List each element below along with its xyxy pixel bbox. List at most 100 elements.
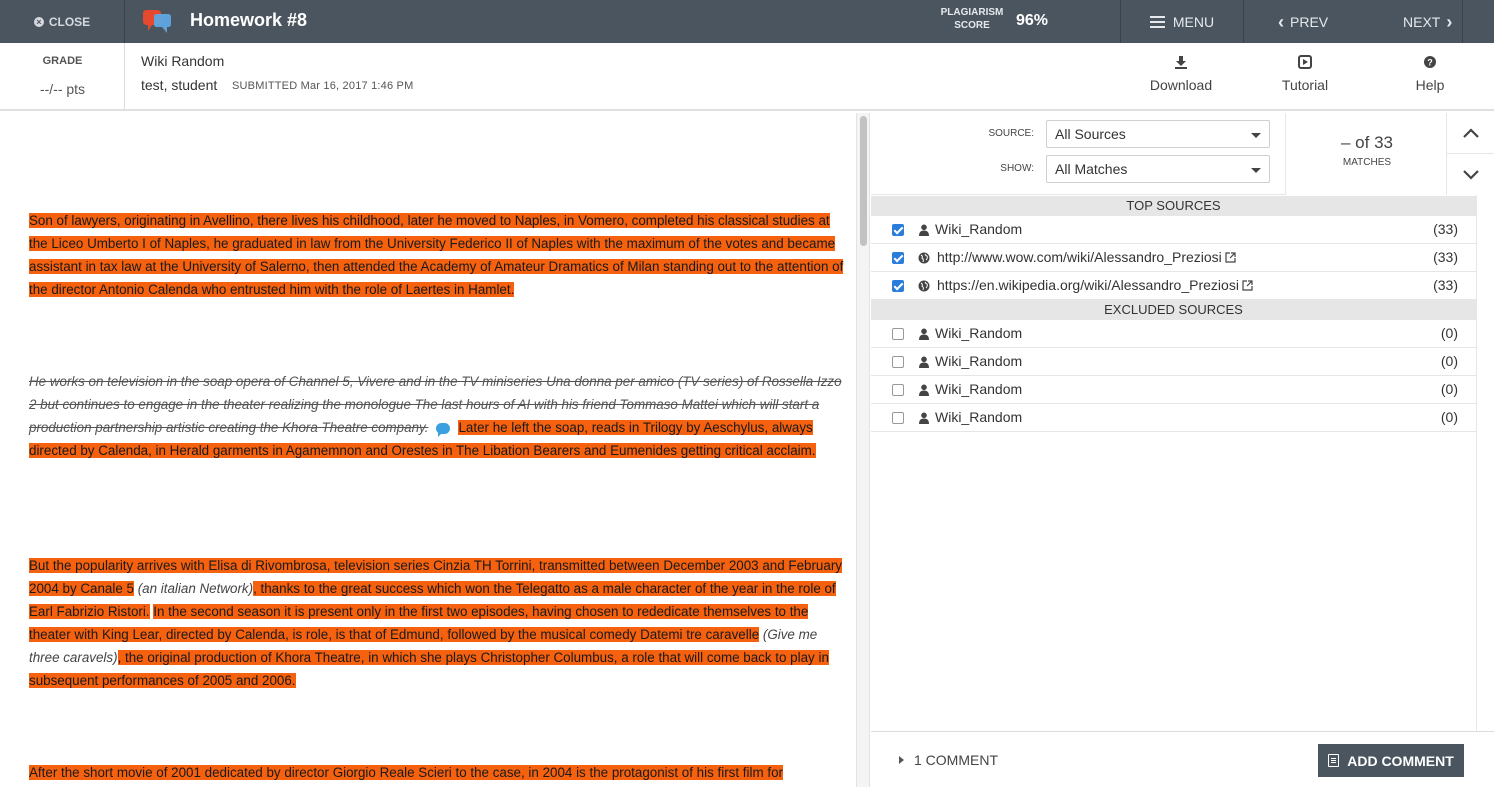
- previous-match-button[interactable]: [1447, 113, 1494, 154]
- plagiarism-score-value: 96%: [1016, 12, 1049, 29]
- globe-icon: [918, 280, 930, 292]
- source-checkbox[interactable]: [892, 224, 904, 236]
- globe-icon: [918, 252, 930, 264]
- logo-icon: [143, 10, 171, 33]
- document-icon: [1328, 754, 1340, 767]
- document-view: Son of lawyers, originating in Avellino,…: [0, 113, 856, 787]
- comment-footer: 1 COMMENT ADD COMMENT: [871, 731, 1494, 787]
- highlight-match[interactable]: Son of lawyers, originating in Avellino,…: [29, 213, 844, 297]
- source-name: Wiki_Random: [935, 353, 1023, 369]
- chevron-up-icon: [1462, 128, 1479, 138]
- plagiarism-label-line1: PLAGIARISM: [940, 7, 1004, 18]
- source-count: (33): [1433, 221, 1458, 237]
- top-sources-header: TOP SOURCES: [871, 196, 1476, 216]
- next-label: NEXT: [1403, 14, 1441, 30]
- add-comment-label: ADD COMMENT: [1347, 752, 1454, 769]
- filters: SOURCE: All Sources SHOW: All Matches: [871, 113, 1285, 195]
- source-count: (0): [1440, 325, 1458, 341]
- highlight-match[interactable]: , the original production of Khora Theat…: [29, 650, 829, 688]
- excluded-source-row[interactable]: Wiki_Random (0): [871, 348, 1476, 376]
- chevron-down-icon: [1462, 169, 1479, 180]
- chevron-right-icon: ›: [1446, 12, 1453, 32]
- source-count: (33): [1433, 277, 1458, 293]
- show-select[interactable]: All Matches: [1046, 155, 1270, 183]
- grade-value: --/-- pts: [39, 81, 86, 97]
- prev-label: PREV: [1290, 14, 1329, 30]
- scrollbar-thumb[interactable]: [860, 116, 867, 246]
- page-title: Homework #8: [190, 10, 308, 30]
- user-icon: [919, 224, 929, 236]
- source-label: SOURCE:: [988, 128, 1034, 139]
- source-link[interactable]: http://www.wow.com/wiki/Alessandro_Prezi…: [937, 249, 1236, 265]
- source-checkbox[interactable]: [892, 252, 904, 264]
- source-name: Wiki_Random: [935, 381, 1023, 397]
- caret-down-icon: [1251, 168, 1261, 173]
- excluded-source-row[interactable]: Wiki_Random (0): [871, 376, 1476, 404]
- match-count: – of 33: [1341, 133, 1393, 152]
- excluded-source-row[interactable]: Wiki_Random (0): [871, 320, 1476, 348]
- source-checkbox[interactable]: [892, 280, 904, 292]
- comment-bubble-icon[interactable]: [436, 422, 451, 437]
- caret-right-icon: [899, 756, 904, 764]
- source-checkbox[interactable]: [892, 384, 904, 396]
- chevron-left-icon: ‹: [1278, 12, 1284, 32]
- next-match-button[interactable]: [1447, 154, 1494, 195]
- comment-count: 1 COMMENT: [914, 752, 998, 768]
- svg-text:?: ?: [1427, 58, 1433, 68]
- source-link[interactable]: https://en.wikipedia.org/wiki/Alessandro…: [937, 277, 1253, 293]
- source-name: Wiki_Random: [935, 409, 1023, 425]
- sources-panel: SOURCE: All Sources SHOW: All Matches – …: [871, 113, 1494, 787]
- source-select-value: All Sources: [1055, 126, 1126, 142]
- show-label: SHOW:: [1000, 163, 1034, 174]
- close-label: CLOSE: [48, 14, 91, 29]
- match-navigation: [1447, 113, 1494, 195]
- source-row[interactable]: http://www.wow.com/wiki/Alessandro_Prezi…: [871, 244, 1476, 272]
- match-label: MATCHES: [1342, 157, 1392, 168]
- annotation-text: (an italian Network): [137, 581, 254, 596]
- prev-button[interactable]: ‹ PREV: [1278, 10, 1328, 34]
- next-button[interactable]: NEXT ›: [1403, 10, 1452, 34]
- highlight-match[interactable]: After the short movie of 2001 dedicated …: [29, 765, 783, 780]
- grade-label: GRADE: [42, 55, 83, 67]
- excluded-sources-header: EXCLUDED SOURCES: [871, 300, 1476, 320]
- excluded-source-row[interactable]: Wiki_Random (0): [871, 404, 1476, 432]
- submitted-date: SUBMITTED Mar 16, 2017 1:46 PM: [232, 80, 414, 92]
- source-name: Wiki_Random: [935, 221, 1023, 237]
- tutorial-button[interactable]: Tutorial: [1255, 53, 1355, 93]
- source-row[interactable]: Wiki_Random (33): [871, 216, 1476, 244]
- help-button[interactable]: ? Help: [1380, 53, 1480, 93]
- close-button[interactable]: × CLOSE: [0, 0, 125, 43]
- menu-button[interactable]: MENU: [1120, 0, 1244, 43]
- paragraph-3: But the popularity arrives with Elisa di…: [29, 554, 844, 692]
- close-icon: ×: [33, 16, 44, 27]
- source-count: (0): [1440, 353, 1458, 369]
- source-name: http://www.wow.com/wiki/Alessandro_Prezi…: [937, 249, 1222, 265]
- show-select-value: All Matches: [1055, 161, 1128, 177]
- source-count: (0): [1440, 381, 1458, 397]
- download-button[interactable]: Download: [1131, 53, 1231, 93]
- paragraph-4: After the short movie of 2001 dedicated …: [29, 761, 844, 784]
- top-bar: × CLOSE Homework #8 PLAGIARISM SCORE 96%…: [0, 0, 1494, 43]
- plagiarism-label-line2: SCORE: [954, 20, 990, 31]
- source-checkbox[interactable]: [892, 328, 904, 340]
- source-row[interactable]: https://en.wikipedia.org/wiki/Alessandro…: [871, 272, 1476, 300]
- grade-box[interactable]: GRADE --/-- pts: [0, 43, 125, 109]
- add-comment-button[interactable]: ADD COMMENT: [1318, 744, 1464, 777]
- external-link-icon: [1225, 252, 1236, 263]
- panel-scrollbar[interactable]: [1476, 195, 1494, 731]
- assignment-name: Wiki Random: [141, 53, 225, 69]
- source-count: (0): [1440, 409, 1458, 425]
- user-icon: [919, 328, 929, 340]
- source-select[interactable]: All Sources: [1046, 120, 1270, 148]
- student-name: test, student: [141, 77, 218, 93]
- user-icon: [919, 384, 929, 396]
- download-label: Download: [1149, 77, 1213, 93]
- play-icon: [1255, 53, 1355, 71]
- source-checkbox[interactable]: [892, 412, 904, 424]
- source-checkbox[interactable]: [892, 356, 904, 368]
- source-name: Wiki_Random: [935, 325, 1023, 341]
- document-scrollbar[interactable]: [856, 113, 870, 787]
- download-icon: [1131, 53, 1231, 71]
- user-icon: [919, 412, 929, 424]
- comment-toggle[interactable]: 1 COMMENT: [899, 752, 998, 768]
